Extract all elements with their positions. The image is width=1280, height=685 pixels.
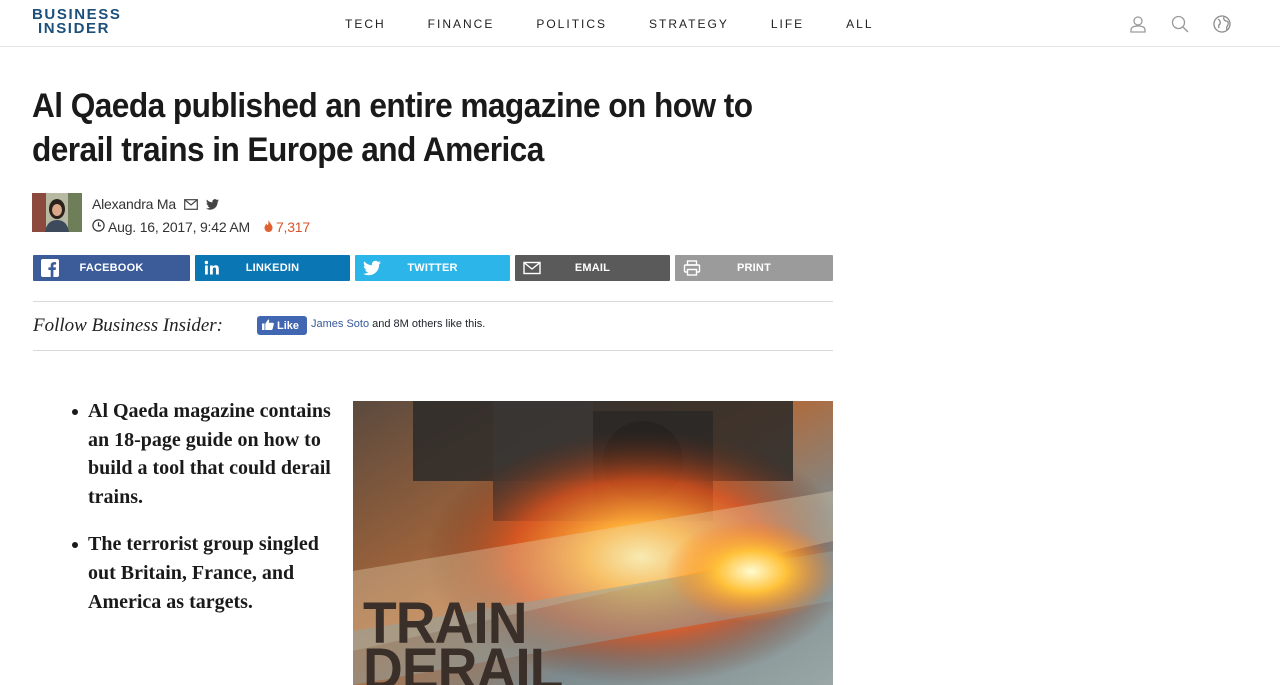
thumbs-up-icon	[262, 319, 274, 333]
author-name[interactable]: Alexandra Ma	[92, 196, 176, 212]
share-email-label: EMAIL	[574, 262, 611, 274]
nav-all[interactable]: ALL	[846, 17, 873, 31]
main-nav: TECH FINANCE POLITICS STRATEGY LIFE ALL	[345, 17, 916, 31]
hero-image-title: TRAIN DERAIL	[363, 595, 563, 685]
user-icon[interactable]	[1128, 14, 1148, 34]
facebook-like-button[interactable]: Like	[257, 316, 307, 335]
share-facebook-button[interactable]: FACEBOOK	[33, 255, 190, 281]
article-meta: Aug. 16, 2017, 9:42 AM 7,317	[92, 219, 310, 235]
header-icons	[1128, 14, 1232, 34]
like-friend-name[interactable]: James Soto	[311, 318, 369, 330]
hero-title-line-2: DERAIL	[363, 637, 563, 685]
share-facebook-label: FACEBOOK	[79, 262, 144, 274]
share-twitter-button[interactable]: TWITTER	[355, 255, 510, 281]
like-others-text: and 8M others like this.	[369, 318, 486, 330]
follow-label: Follow Business Insider:	[33, 315, 223, 336]
share-print-label: PRINT	[737, 262, 771, 274]
summary-bullet: The terrorist group singled out Britain,…	[72, 530, 333, 616]
globe-icon[interactable]	[1212, 14, 1232, 34]
nav-tech[interactable]: TECH	[345, 17, 386, 31]
author-avatar[interactable]	[32, 193, 82, 232]
nav-life[interactable]: LIFE	[771, 17, 804, 31]
nav-politics[interactable]: POLITICS	[536, 17, 607, 31]
divider-top	[33, 301, 833, 302]
article-summary-bullets: Al Qaeda magazine contains an 18-page gu…	[72, 397, 333, 635]
view-count: 7,317	[264, 219, 310, 235]
nav-finance[interactable]: FINANCE	[428, 17, 495, 31]
like-button-label: Like	[277, 319, 300, 332]
email-icon[interactable]	[184, 198, 198, 210]
top-navigation-bar: BUSINESS INSIDER TECH FINANCE POLITICS S…	[0, 0, 1280, 47]
search-icon[interactable]	[1170, 14, 1190, 34]
share-email-button[interactable]: EMAIL	[515, 255, 670, 281]
logo-line-2: INSIDER	[38, 20, 111, 37]
like-social-text: James Soto and 8M others like this.	[311, 318, 485, 330]
share-print-button[interactable]: PRINT	[675, 255, 833, 281]
twitter-icon[interactable]	[205, 198, 219, 210]
share-twitter-label: TWITTER	[407, 262, 458, 274]
share-linkedin-button[interactable]: LINKEDIN	[195, 255, 350, 281]
flame-icon	[264, 219, 273, 235]
business-insider-logo[interactable]: BUSINESS INSIDER	[32, 7, 132, 37]
publish-date: Aug. 16, 2017, 9:42 AM	[108, 219, 250, 235]
clock-icon	[92, 219, 105, 235]
share-linkedin-label: LINKEDIN	[245, 262, 300, 274]
view-count-value: 7,317	[275, 219, 310, 235]
article-hero-image[interactable]: TRAIN DERAIL	[353, 401, 833, 685]
divider-bottom	[33, 350, 833, 351]
article-headline: Al Qaeda published an entire magazine on…	[32, 87, 753, 169]
summary-bullet: Al Qaeda magazine contains an 18-page gu…	[72, 397, 333, 511]
nav-strategy[interactable]: STRATEGY	[649, 17, 729, 31]
author-row: Alexandra Ma	[92, 196, 219, 212]
